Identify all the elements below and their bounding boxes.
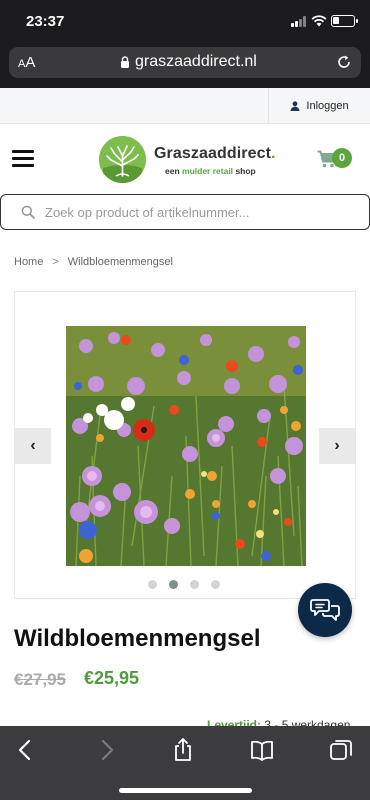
ios-top-bar: 23:37 AA graszaaddirect.nl bbox=[0, 0, 370, 88]
status-bar: 23:37 bbox=[0, 0, 370, 44]
gallery-dot[interactable] bbox=[211, 580, 220, 589]
sale-price: €25,95 bbox=[84, 668, 140, 688]
tree-logo-icon bbox=[99, 136, 146, 183]
product-photo[interactable] bbox=[66, 326, 306, 566]
url-host: graszaaddirect.nl bbox=[135, 53, 257, 70]
battery-icon bbox=[331, 15, 358, 27]
product-title: Wildbloemenmengsel bbox=[14, 625, 261, 652]
reload-icon[interactable] bbox=[336, 54, 352, 70]
browser-toolbar bbox=[0, 726, 370, 800]
breadcrumb: Home > Wildbloemenmengsel bbox=[14, 256, 173, 268]
gallery-pagination bbox=[148, 580, 220, 590]
status-time: 23:37 bbox=[26, 13, 65, 30]
forward-icon[interactable] bbox=[94, 738, 118, 762]
gallery-dot[interactable] bbox=[169, 580, 178, 589]
share-icon[interactable] bbox=[171, 738, 195, 762]
cellular-signal-icon bbox=[291, 16, 307, 27]
logo-name: Graszaaddirect bbox=[154, 145, 272, 162]
gallery-dot[interactable] bbox=[148, 580, 157, 589]
wifi-icon bbox=[311, 15, 327, 27]
url-bar[interactable]: AA graszaaddirect.nl bbox=[9, 47, 361, 78]
chat-button[interactable] bbox=[298, 583, 352, 637]
gallery-dot[interactable] bbox=[190, 580, 199, 589]
site-header: Graszaaddirect. een mulder retail shop 0 bbox=[0, 124, 370, 194]
old-price: €27,95 bbox=[14, 670, 66, 689]
tabs-icon[interactable] bbox=[329, 738, 353, 762]
breadcrumb-current: Wildbloemenmengsel bbox=[67, 256, 173, 268]
bookmarks-icon[interactable] bbox=[250, 738, 274, 762]
back-icon[interactable] bbox=[14, 738, 38, 762]
breadcrumb-home[interactable]: Home bbox=[14, 256, 43, 268]
cart-count-badge[interactable]: 0 bbox=[332, 148, 352, 168]
search-bar bbox=[0, 194, 370, 230]
gallery-next-button[interactable]: › bbox=[319, 428, 355, 464]
login-link[interactable]: Inloggen bbox=[268, 88, 370, 124]
breadcrumb-separator: > bbox=[52, 256, 59, 268]
lock-icon bbox=[121, 56, 129, 68]
chat-bubbles-icon bbox=[310, 599, 340, 621]
product-gallery: ‹ › bbox=[14, 291, 356, 599]
search-icon bbox=[21, 205, 35, 219]
text-size-button[interactable]: AA bbox=[18, 54, 35, 71]
home-indicator bbox=[119, 788, 252, 793]
menu-icon[interactable] bbox=[12, 150, 34, 168]
search-input[interactable] bbox=[45, 201, 355, 223]
logo-tagline: een mulder retail shop bbox=[165, 166, 256, 176]
gallery-prev-button[interactable]: ‹ bbox=[15, 428, 51, 464]
account-strip: Inloggen bbox=[0, 88, 370, 124]
site-logo[interactable]: Graszaaddirect. een mulder retail shop bbox=[99, 136, 289, 184]
user-icon bbox=[290, 101, 300, 111]
login-label: Inloggen bbox=[306, 100, 349, 112]
logo-dot: . bbox=[271, 145, 276, 162]
